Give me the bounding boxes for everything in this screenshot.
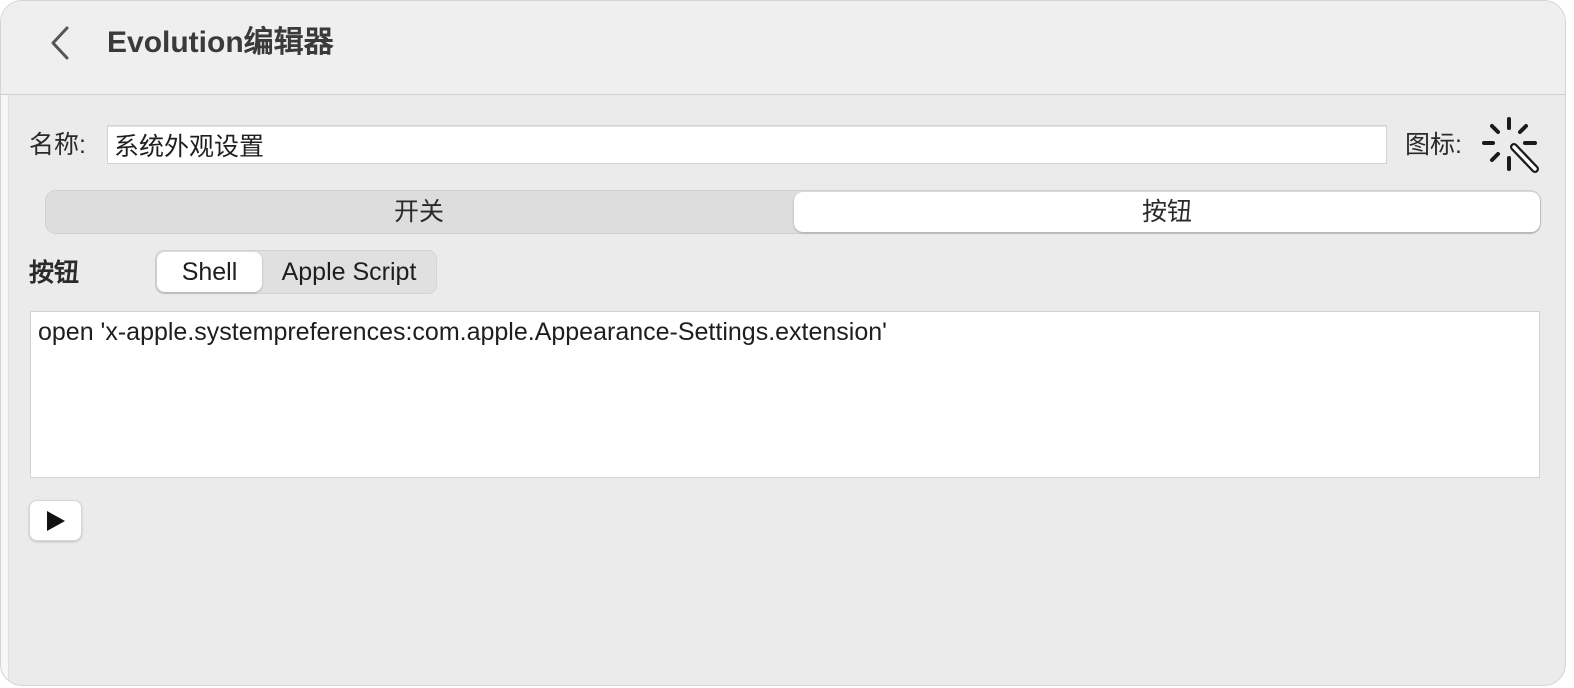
tab-switch[interactable]: 开关 [46,191,792,233]
back-button[interactable] [41,21,81,65]
language-applescript-option[interactable]: Apple Script [264,252,434,292]
magic-wand-icon[interactable] [1479,115,1541,175]
icon-label: 图标: [1405,131,1462,159]
name-input[interactable] [107,125,1387,164]
chevron-left-icon [51,26,69,60]
language-shell-option[interactable]: Shell [157,252,262,292]
script-editor[interactable]: open 'x-apple.systempreferences:com.appl… [30,311,1540,478]
title-bar: Evolution编辑器 [1,1,1565,95]
editor-window: Evolution编辑器 名称: 图标: 开关 按钮 按钮 Shell [0,0,1566,686]
name-label: 名称: [29,131,86,159]
window-title: Evolution编辑器 [107,26,334,59]
tab-button[interactable]: 按钮 [794,192,1540,232]
run-button[interactable] [29,500,82,541]
mode-segmented-control: 开关 按钮 [45,190,1541,234]
button-section-label: 按钮 [29,259,80,287]
play-icon [47,511,65,531]
language-segmented-control: Shell Apple Script [155,250,437,294]
window-left-edge [1,1,9,685]
